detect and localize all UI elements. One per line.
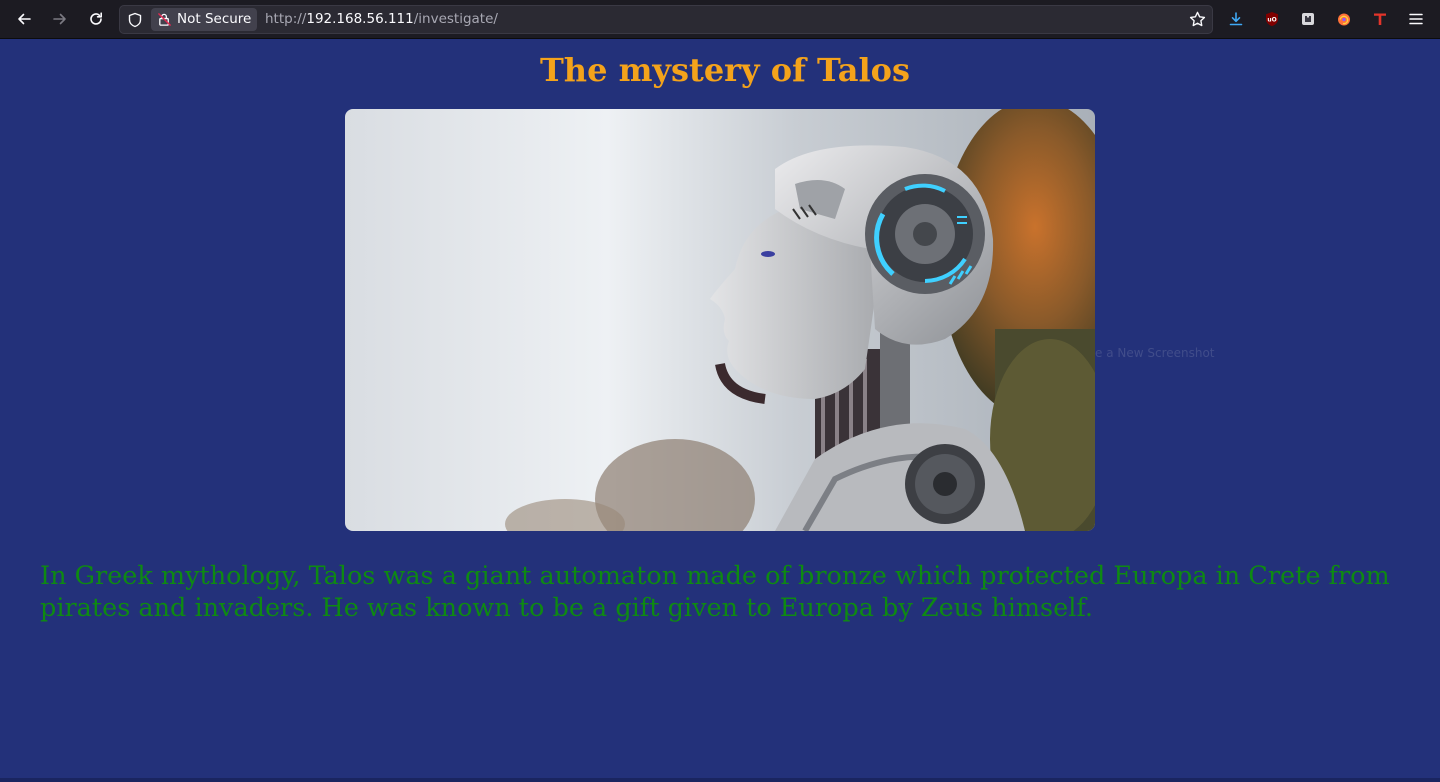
reload-icon: [90, 12, 102, 25]
firefox-relay-icon: [1338, 13, 1350, 26]
app-menu-button[interactable]: [1406, 9, 1426, 29]
t-extension-button[interactable]: [1370, 9, 1390, 29]
downloads-button[interactable]: [1226, 9, 1246, 29]
forward-arrow-icon: [53, 13, 66, 25]
insecure-lock-icon: [158, 13, 171, 26]
t-extension-icon: [1374, 13, 1386, 25]
not-secure-indicator[interactable]: Not Secure: [151, 8, 257, 31]
browser-toolbar: Not Secure http://192.168.56.111/investi…: [0, 0, 1440, 39]
page-bottom-edge: [0, 778, 1440, 782]
url-scheme: http://: [265, 11, 307, 27]
download-icon: [1229, 12, 1243, 26]
intro-paragraph: In Greek mythology, Talos was a giant au…: [40, 561, 1390, 623]
faint-overlay-text: e a New Screenshot: [1095, 346, 1215, 360]
ublock-origin-button[interactable]: uO: [1262, 9, 1282, 29]
ublock-origin-icon: uO: [1266, 12, 1278, 26]
svg-text:uO: uO: [1267, 17, 1276, 24]
firefox-relay-button[interactable]: [1334, 9, 1354, 29]
url-host: 192.168.56.111: [306, 11, 414, 27]
extension-icon: [1302, 13, 1314, 25]
hamburger-menu-icon: [1409, 13, 1423, 25]
not-secure-label: Not Secure: [177, 11, 252, 27]
page-title: The mystery of Talos: [539, 51, 911, 89]
address-bar[interactable]: Not Secure http://192.168.56.111/investi…: [119, 5, 1213, 34]
bookmark-star-icon[interactable]: [1189, 11, 1206, 28]
back-button[interactable]: [9, 5, 39, 33]
url-text[interactable]: http://192.168.56.111/investigate/: [265, 11, 498, 27]
reload-button[interactable]: [81, 5, 111, 33]
forward-button[interactable]: [45, 5, 75, 33]
shield-icon[interactable]: [127, 12, 143, 28]
back-arrow-icon: [18, 13, 31, 25]
url-path: /investigate/: [413, 11, 498, 27]
robot-head-profile-image: [345, 109, 1095, 531]
extension-button[interactable]: [1298, 9, 1318, 29]
